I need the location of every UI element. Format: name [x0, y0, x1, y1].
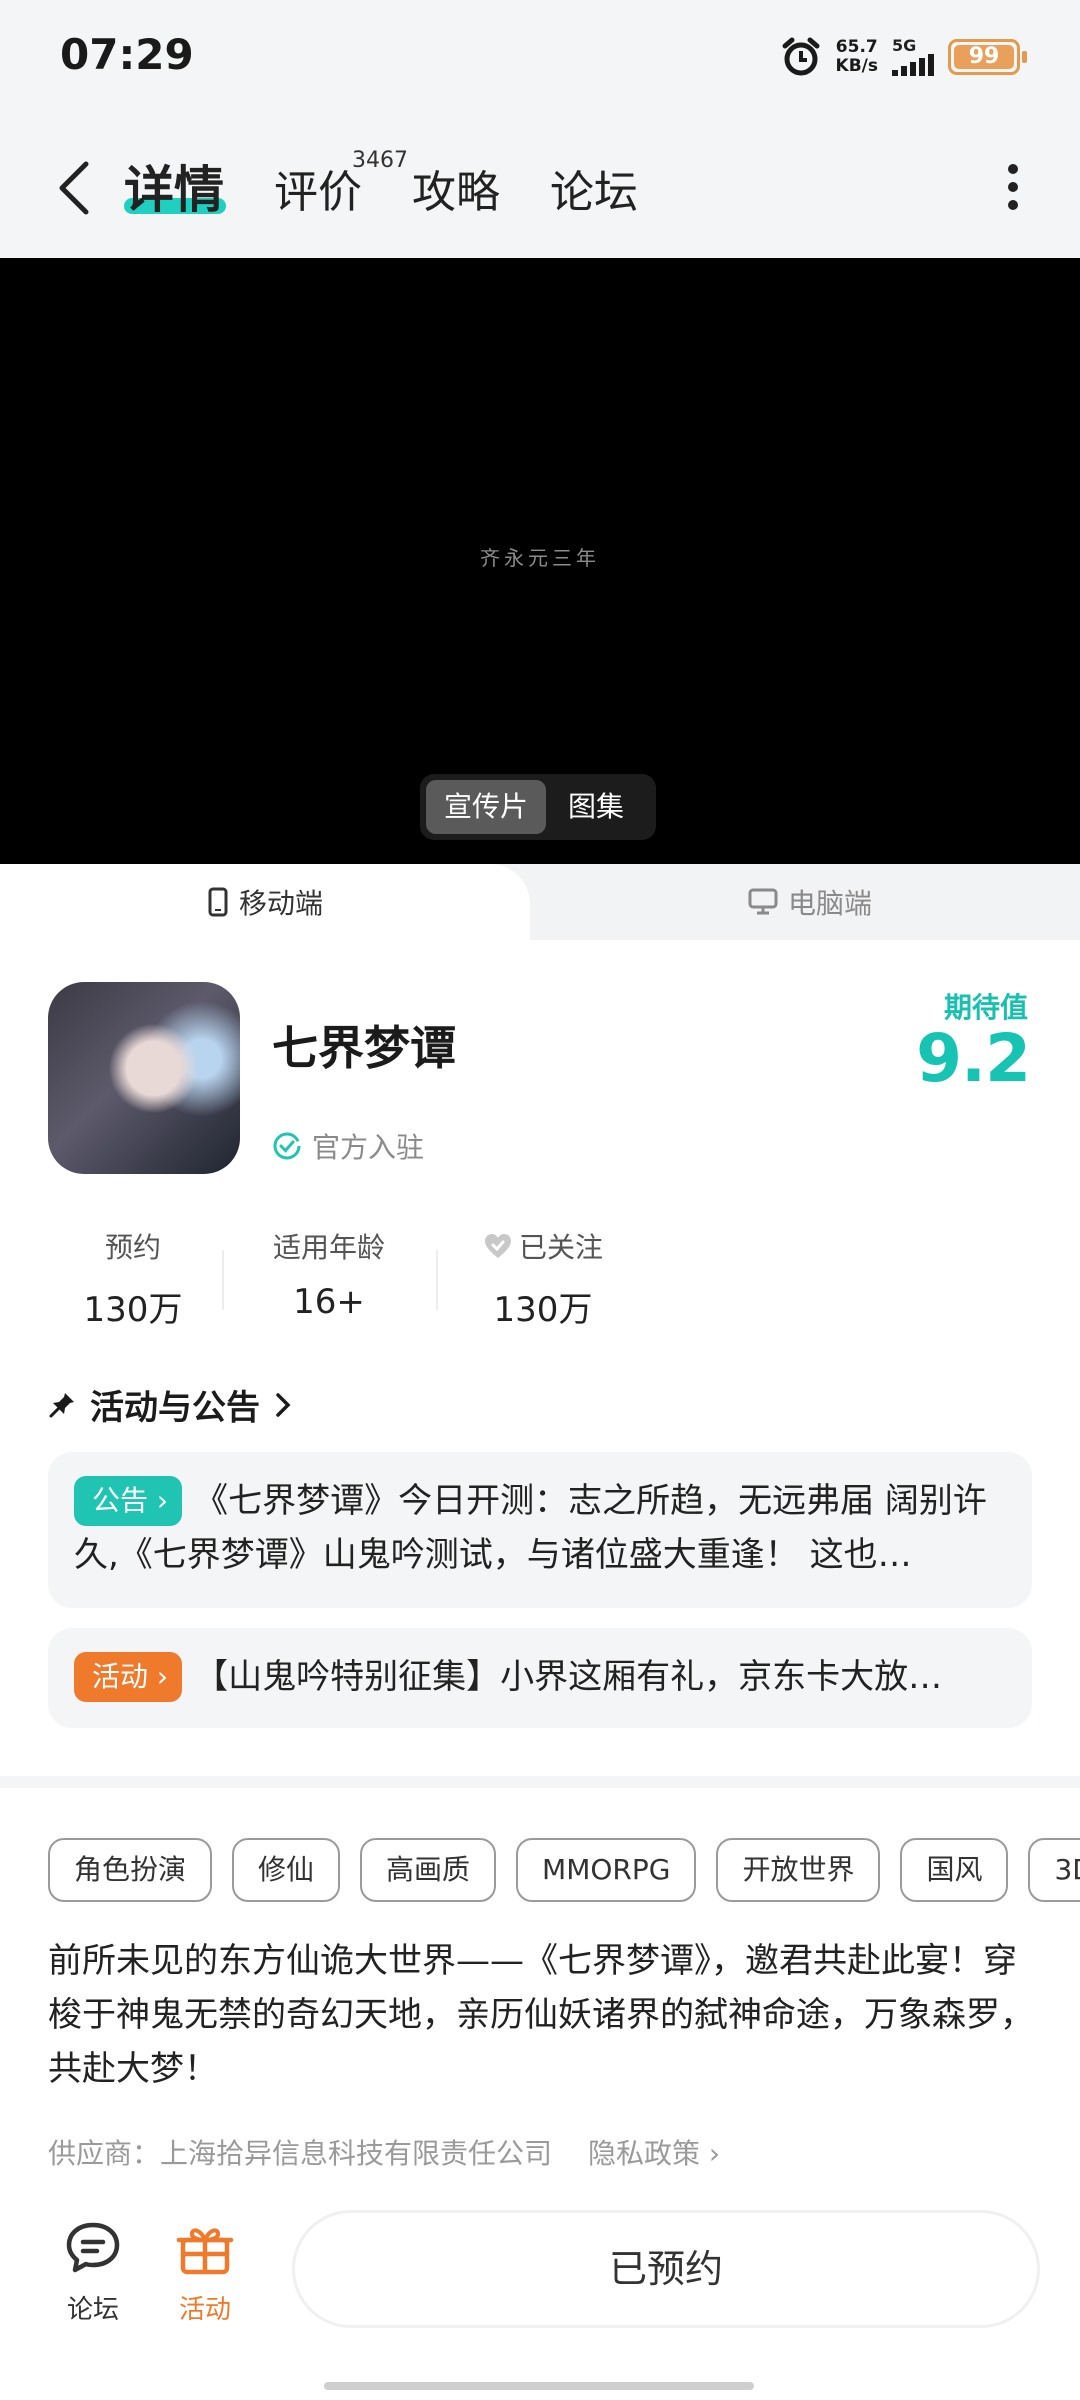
- segment-trailer[interactable]: 宣传片: [426, 780, 547, 834]
- stat-follow-value: 130万: [493, 1290, 593, 1330]
- activity-text: 【山鬼吟特别征集】小界这厢有礼，京东卡大放…: [194, 1657, 943, 1697]
- bottom-action-bar: 论坛 活动 已预约: [0, 2192, 1080, 2400]
- home-indicator[interactable]: [324, 2382, 754, 2390]
- battery-icon: 99: [948, 39, 1027, 75]
- phone-icon: [208, 887, 228, 917]
- tab-mobile-label: 移动端: [238, 887, 323, 920]
- announcement-tag: 公告 ›: [74, 1476, 183, 1526]
- media-switcher: 宣传片 图集: [420, 774, 656, 840]
- chat-bubble-icon: [66, 2222, 120, 2273]
- reviews-count-badge: 3467: [352, 148, 408, 173]
- stat-divider: [436, 1250, 438, 1310]
- stat-age-label: 适用年龄: [272, 1231, 385, 1264]
- official-badge: 官方入驻: [272, 1126, 424, 1166]
- supplier-row: 供应商：上海拾异信息科技有限责任公司 隐私政策 ›: [48, 2132, 720, 2172]
- stat-divider: [222, 1250, 224, 1310]
- tab-pc-label: 电脑端: [787, 887, 872, 920]
- stat-reservations-label: 预约: [104, 1231, 161, 1264]
- privacy-policy-label: 隐私政策: [588, 2137, 701, 2170]
- battery-level: 99: [954, 45, 1014, 69]
- announcement-tag-label: 公告: [92, 1484, 149, 1517]
- reserved-button[interactable]: 已预约: [292, 2210, 1040, 2328]
- tag-chip[interactable]: 3D: [1028, 1838, 1080, 1902]
- tag-chip[interactable]: 国风: [900, 1838, 1009, 1902]
- segment-gallery[interactable]: 图集: [550, 780, 642, 834]
- heart-check-icon: [484, 1234, 511, 1258]
- supplier-label: 供应商：上海拾异信息科技有限责任公司: [48, 2137, 553, 2170]
- back-arrow-icon[interactable]: [52, 158, 98, 218]
- bottom-activity-label: 活动: [178, 2295, 231, 2325]
- section-divider: [0, 1776, 1080, 1788]
- tab-details[interactable]: 详情: [124, 150, 224, 222]
- tag-list: 角色扮演 修仙 高画质 MMORPG 开放世界 国风 3D: [48, 1838, 1080, 1904]
- app-name: 七界梦谭: [272, 1021, 456, 1075]
- stat-follow-label-wrap: 已关注: [458, 1226, 628, 1266]
- gift-icon: [176, 2228, 234, 2275]
- tag-chip[interactable]: 开放世界: [716, 1838, 881, 1902]
- pin-icon: [49, 1392, 74, 1417]
- tag-chip[interactable]: 修仙: [232, 1838, 341, 1902]
- status-icons: 65.7 KB/s 5G 99: [780, 34, 1027, 80]
- network-type: 5G: [892, 36, 917, 55]
- announcements-header[interactable]: 活动与公告: [48, 1380, 292, 1429]
- game-description: 前所未见的东方仙诡大世界——《七界梦谭》，邀君共赴此宴！穿梭于神鬼无禁的奇幻天地…: [48, 1941, 1034, 2089]
- privacy-policy-link[interactable]: 隐私政策 ›: [588, 2132, 720, 2172]
- video-player[interactable]: 齐永元三年 宣传片 图集: [0, 258, 1080, 864]
- status-time: 07:29: [60, 30, 194, 79]
- activity-item[interactable]: 活动 › 【山鬼吟特别征集】小界这厢有礼，京东卡大放…: [48, 1628, 1032, 1728]
- announcements-title: 活动与公告: [90, 1388, 260, 1428]
- app-icon: [48, 982, 240, 1174]
- activity-tag: 活动 ›: [74, 1652, 183, 1702]
- stat-follow[interactable]: 已关注 130万: [458, 1226, 628, 1331]
- tab-mobile[interactable]: 移动端: [0, 864, 530, 940]
- chevron-right-icon: [276, 1392, 291, 1417]
- stat-age-value: 16+: [293, 1282, 365, 1322]
- activity-tag-label: 活动: [92, 1660, 149, 1693]
- more-options-icon[interactable]: [1006, 164, 1020, 210]
- video-caption: 齐永元三年: [480, 546, 600, 570]
- tag-chip[interactable]: MMORPG: [516, 1838, 697, 1902]
- tab-forum[interactable]: 论坛: [550, 156, 638, 220]
- bottom-forum-button[interactable]: 论坛: [48, 2220, 138, 2326]
- signal-bars: [892, 54, 934, 76]
- tag-chip[interactable]: 角色扮演: [48, 1838, 213, 1902]
- announcement-text: 《七界梦谭》今日开测：志之所趋，无远弗届 阔别许久,《七界梦谭》山鬼吟测试，与诸…: [74, 1481, 987, 1575]
- platform-tabs: 移动端 电脑端: [0, 864, 1080, 940]
- bottom-forum-label: 论坛: [66, 2295, 119, 2325]
- net-speed: 65.7 KB/s: [836, 38, 878, 76]
- bottom-activity-button[interactable]: 活动: [160, 2220, 250, 2326]
- monitor-icon: [748, 888, 778, 915]
- stat-age: 适用年龄 16+: [244, 1226, 414, 1322]
- expectation-score: 9.2: [916, 1020, 1031, 1097]
- alarm-icon: [782, 37, 820, 76]
- top-nav: 详情 评价 3467 攻略 论坛: [0, 120, 1080, 258]
- tab-pc[interactable]: 电脑端: [540, 864, 1080, 940]
- tag-chip[interactable]: 高画质: [360, 1838, 497, 1902]
- stat-follow-label: 已关注: [518, 1231, 603, 1264]
- signal-icon: 5G: [892, 38, 934, 76]
- verified-check-icon: [273, 1132, 301, 1160]
- tab-guides[interactable]: 攻略: [412, 156, 500, 220]
- net-speed-unit: KB/s: [835, 56, 878, 76]
- status-bar: 07:29 65.7 KB/s 5G 99: [0, 0, 1080, 120]
- stat-reservations: 预约 130万: [48, 1226, 218, 1331]
- official-label: 官方入驻: [312, 1131, 425, 1164]
- announcement-item[interactable]: 公告 › 《七界梦谭》今日开测：志之所趋，无远弗届 阔别许久,《七界梦谭》山鬼吟测…: [48, 1452, 1032, 1608]
- tab-reviews[interactable]: 评价: [274, 156, 362, 220]
- stat-reservations-value: 130万: [83, 1290, 183, 1330]
- net-speed-value: 65.7: [835, 37, 878, 57]
